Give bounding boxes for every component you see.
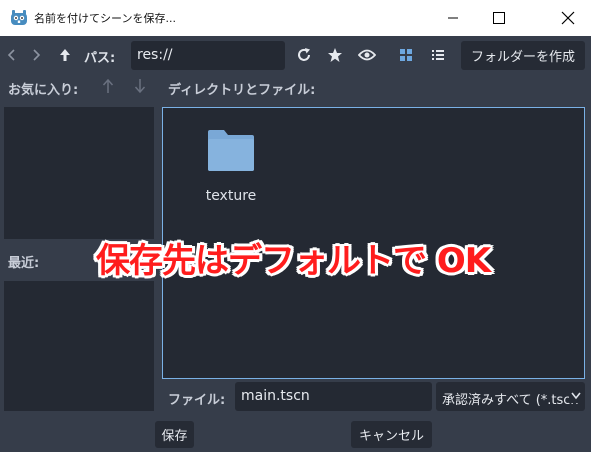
file-filter-select[interactable]: 承認済みすべて (*.tscn <box>436 382 585 411</box>
list-item[interactable]: texture <box>203 126 267 210</box>
list-view-button[interactable] <box>428 44 448 66</box>
window-title: 名前を付けてシーンを保存... <box>34 12 176 25</box>
favorite-move-up-button[interactable] <box>100 78 116 96</box>
path-toolbar: パス: res:// フォルダーを作成 <box>0 36 591 76</box>
list-icon <box>432 50 444 60</box>
godot-logo-icon <box>11 10 27 25</box>
arrow-down-icon <box>134 79 146 94</box>
refresh-icon <box>298 48 310 61</box>
cancel-button[interactable]: キャンセル <box>351 421 432 448</box>
folder-icon <box>208 130 254 171</box>
forward-button[interactable] <box>28 44 44 66</box>
title-bar: 名前を付けてシーンを保存... <box>0 0 591 36</box>
path-label: パス: <box>84 51 116 66</box>
filename-input[interactable]: main.tscn <box>235 382 432 411</box>
eye-icon <box>358 49 376 61</box>
favorite-move-down-button[interactable] <box>132 78 148 96</box>
chevron-right-icon <box>33 49 41 61</box>
parent-folder-button[interactable] <box>57 44 73 66</box>
file-label: ファイル: <box>168 393 226 408</box>
grid-view-button[interactable] <box>396 44 416 66</box>
chevron-left-icon <box>7 49 15 61</box>
close-button[interactable] <box>545 0 591 36</box>
recent-label: 最近: <box>8 256 40 271</box>
minimize-icon <box>448 17 458 19</box>
save-button[interactable]: 保存 <box>155 421 194 448</box>
arrow-up-icon <box>102 78 114 93</box>
refresh-button[interactable] <box>294 44 314 66</box>
star-icon <box>328 48 342 62</box>
arrow-up-icon <box>60 49 70 61</box>
favorite-button[interactable] <box>325 44 345 66</box>
favorites-list[interactable] <box>4 107 154 239</box>
chevron-down-icon <box>569 390 581 403</box>
annotation-caption: 保存先はデフォルトで OK <box>96 241 491 281</box>
toggle-hidden-button[interactable] <box>356 44 378 66</box>
grid-icon <box>400 49 412 61</box>
favorites-label: お気に入り: <box>8 83 79 98</box>
create-folder-button[interactable]: フォルダーを作成 <box>461 41 585 70</box>
file-filter-value: 承認済みすべて (*.tscn <box>442 393 579 408</box>
folder-name: texture <box>205 188 257 204</box>
close-icon <box>561 11 575 25</box>
recent-list[interactable] <box>4 281 154 411</box>
maximize-icon <box>493 12 505 24</box>
path-input[interactable]: res:// <box>131 41 285 70</box>
back-button[interactable] <box>4 44 20 66</box>
directories-files-label: ディレクトリとファイル: <box>168 83 316 98</box>
minimize-button[interactable] <box>430 0 476 36</box>
maximize-button[interactable] <box>476 0 522 36</box>
